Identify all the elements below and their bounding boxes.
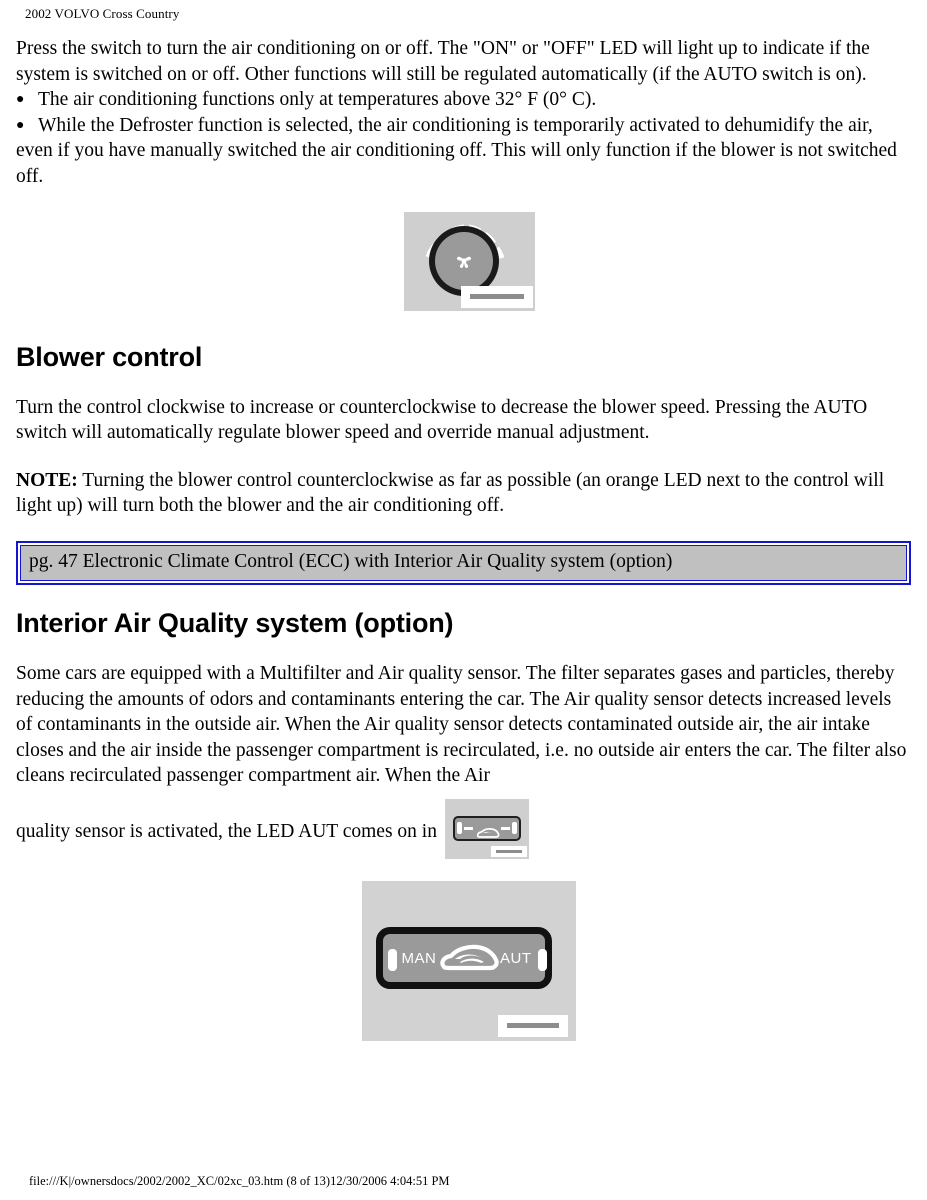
footer-file-path: file:///K|/ownersdocs/2002/2002_XC/02xc_… bbox=[29, 1174, 450, 1188]
caption-bar bbox=[506, 1023, 559, 1029]
page-title-interior-air-quality: Interior Air Quality system (option) bbox=[16, 607, 454, 638]
figure-caption-chip bbox=[490, 845, 527, 857]
bullet-dot-icon: ● bbox=[16, 92, 25, 108]
car-recirculation-icon bbox=[476, 822, 500, 838]
figure-caption-chip bbox=[461, 285, 533, 308]
list-item-text: While the Defroster function is selected… bbox=[16, 114, 897, 187]
note-label: NOTE: bbox=[16, 469, 78, 491]
intro-paragraph: Press the switch to turn the air conditi… bbox=[16, 38, 870, 85]
led-indicator-right-icon bbox=[511, 821, 517, 834]
note-paragraph: NOTE: Turning the blower control counter… bbox=[16, 468, 911, 519]
document-body: Press the switch to turn the air conditi… bbox=[16, 36, 911, 1041]
inline-figure-lead-text: quality sensor is activated, the LED AUT… bbox=[16, 820, 437, 842]
air-quality-button-small-figure bbox=[444, 798, 529, 859]
led-indicator-aut-icon bbox=[537, 948, 547, 971]
figure-caption-chip bbox=[497, 1014, 568, 1037]
caption-bar bbox=[470, 294, 524, 300]
list-item: ● The air conditioning functions only at … bbox=[16, 87, 911, 113]
dash-right-icon bbox=[500, 826, 510, 830]
blower-control-dial-figure bbox=[404, 211, 535, 311]
fan-icon bbox=[451, 248, 477, 274]
document-page: 2002 VOLVO Cross Country Press the switc… bbox=[0, 0, 927, 1200]
button-label-man: MAN bbox=[401, 949, 437, 967]
button-label-aut: AUT bbox=[500, 949, 532, 967]
feature-bullet-list: ● The air conditioning functions only at … bbox=[16, 87, 911, 189]
dash-left-icon bbox=[463, 826, 473, 830]
running-header-title: 2002 VOLVO Cross Country bbox=[25, 6, 180, 21]
led-indicator-man-icon bbox=[387, 948, 397, 971]
bullet-dot-icon: ● bbox=[16, 117, 25, 133]
car-recirculation-icon bbox=[438, 943, 500, 976]
list-item: ● While the Defroster function is selecte… bbox=[16, 113, 911, 190]
caption-bar bbox=[495, 849, 522, 853]
figure-air-quality-large-wrap: MAN AUT bbox=[16, 880, 911, 1041]
blower-paragraph: Turn the control clockwise to increase o… bbox=[16, 396, 868, 444]
page-reference-link-text[interactable]: pg. 47 Electronic Climate Control (ECC) … bbox=[29, 549, 898, 575]
list-item-text: The air conditioning functions only at t… bbox=[38, 89, 597, 111]
led-indicator-left-icon bbox=[456, 821, 462, 834]
note-text: Turning the blower control counterclockw… bbox=[16, 469, 885, 517]
inline-figure-paragraph: quality sensor is activated, the LED AUT… bbox=[16, 798, 911, 859]
page-title-blower-control: Blower control bbox=[16, 341, 203, 372]
page-reference-callout[interactable]: pg. 47 Electronic Climate Control (ECC) … bbox=[16, 540, 911, 585]
figure-blower-dial-wrap bbox=[16, 211, 911, 311]
interior-air-quality-paragraph: Some cars are equipped with a Multifilte… bbox=[16, 662, 907, 787]
air-quality-button-large-figure: MAN AUT bbox=[361, 880, 576, 1041]
page-reference-inner: pg. 47 Electronic Climate Control (ECC) … bbox=[20, 544, 907, 581]
